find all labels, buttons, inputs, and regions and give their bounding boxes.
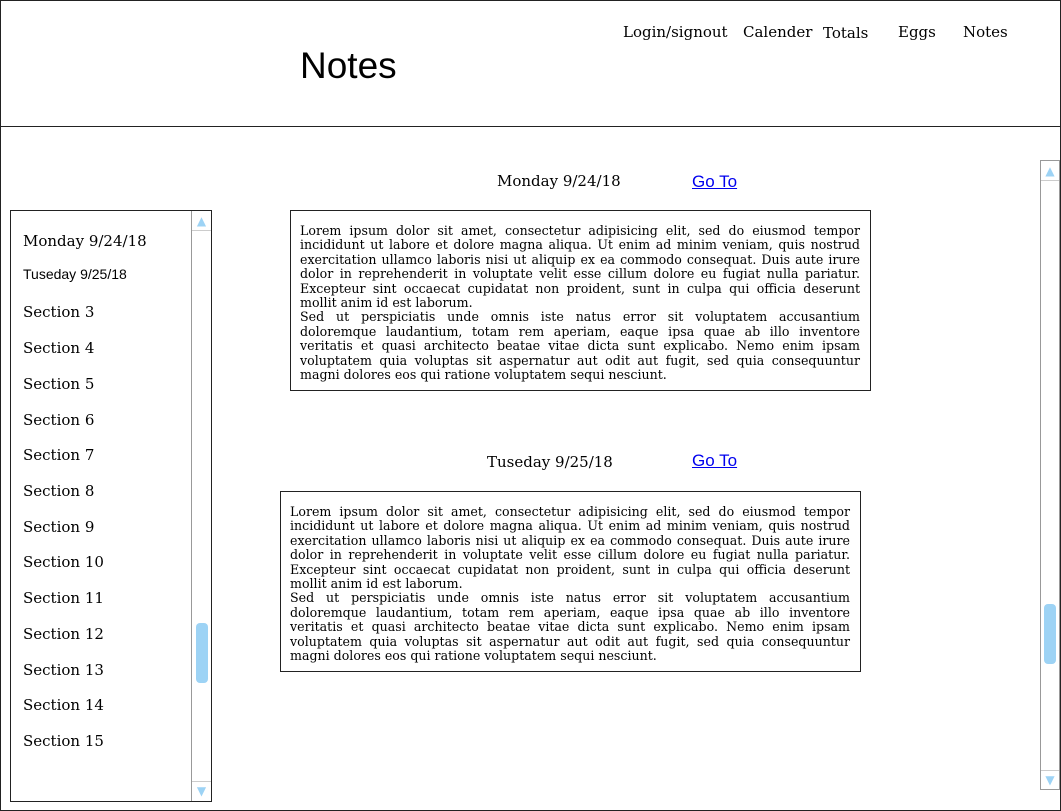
sidebar-item-section-6[interactable]: Section 6 (23, 411, 94, 429)
nav-totals[interactable]: Totals (823, 24, 868, 42)
note-date-2: Tuseday 9/25/18 (487, 453, 613, 471)
nav-login-signout[interactable]: Login/signout (623, 23, 728, 41)
note-paragraph-1: Lorem ipsum dolor sit amet, consectetur … (290, 504, 850, 592)
note-text-box-2: Lorem ipsum dolor sit amet, consectetur … (280, 491, 861, 672)
sidebar-item-section-11[interactable]: Section 11 (23, 589, 104, 607)
sidebar-list: Monday 9/24/18 Tuseday 9/25/18 Section 3… (10, 210, 212, 802)
sidebar-item-section-12[interactable]: Section 12 (23, 625, 104, 643)
scroll-down-arrow-icon[interactable]: ▼ (1041, 770, 1059, 789)
sidebar-item-monday[interactable]: Monday 9/24/18 (23, 232, 147, 250)
sidebar-item-section-10[interactable]: Section 10 (23, 553, 104, 571)
note-paragraph-2: Sed ut perspiciatis unde omnis iste natu… (300, 309, 860, 383)
sidebar-item-section-3[interactable]: Section 3 (23, 303, 94, 321)
scroll-up-arrow-icon[interactable]: ▲ (192, 212, 211, 231)
nav-eggs[interactable]: Eggs (898, 23, 936, 41)
sidebar-item-section-15[interactable]: Section 15 (23, 732, 104, 750)
sidebar-item-section-8[interactable]: Section 8 (23, 482, 94, 500)
scroll-down-arrow-icon[interactable]: ▼ (192, 781, 211, 800)
go-to-link-1[interactable]: Go To (692, 172, 737, 192)
note-paragraph-2: Sed ut perspiciatis unde omnis iste natu… (290, 590, 850, 664)
scroll-up-arrow-icon[interactable]: ▲ (1041, 162, 1059, 181)
sidebar-item-section-5[interactable]: Section 5 (23, 375, 94, 393)
page-scrollbar[interactable]: ▲ ▼ (1040, 160, 1060, 790)
sidebar-item-section-13[interactable]: Section 13 (23, 661, 104, 679)
nav-calender[interactable]: Calender (743, 23, 812, 41)
go-to-link-2[interactable]: Go To (692, 451, 737, 471)
sidebar-item-section-7[interactable]: Section 7 (23, 446, 94, 464)
header-bar: Login/signout Calender Totals Eggs Notes… (0, 0, 1061, 127)
sidebar-item-tuesday[interactable]: Tuseday 9/25/18 (23, 266, 127, 282)
sidebar-scrollbar[interactable]: ▲ ▼ (191, 211, 211, 801)
sidebar-scroll-thumb[interactable] (196, 623, 208, 683)
page-title: Notes (300, 45, 397, 86)
note-date-1: Monday 9/24/18 (497, 172, 621, 190)
nav-notes[interactable]: Notes (963, 23, 1008, 41)
note-paragraph-1: Lorem ipsum dolor sit amet, consectetur … (300, 223, 860, 311)
page-scroll-thumb[interactable] (1044, 604, 1056, 664)
sidebar-item-section-14[interactable]: Section 14 (23, 696, 104, 714)
sidebar-item-section-4[interactable]: Section 4 (23, 339, 94, 357)
note-text-box-1: Lorem ipsum dolor sit amet, consectetur … (290, 210, 871, 391)
sidebar-item-section-9[interactable]: Section 9 (23, 518, 94, 536)
